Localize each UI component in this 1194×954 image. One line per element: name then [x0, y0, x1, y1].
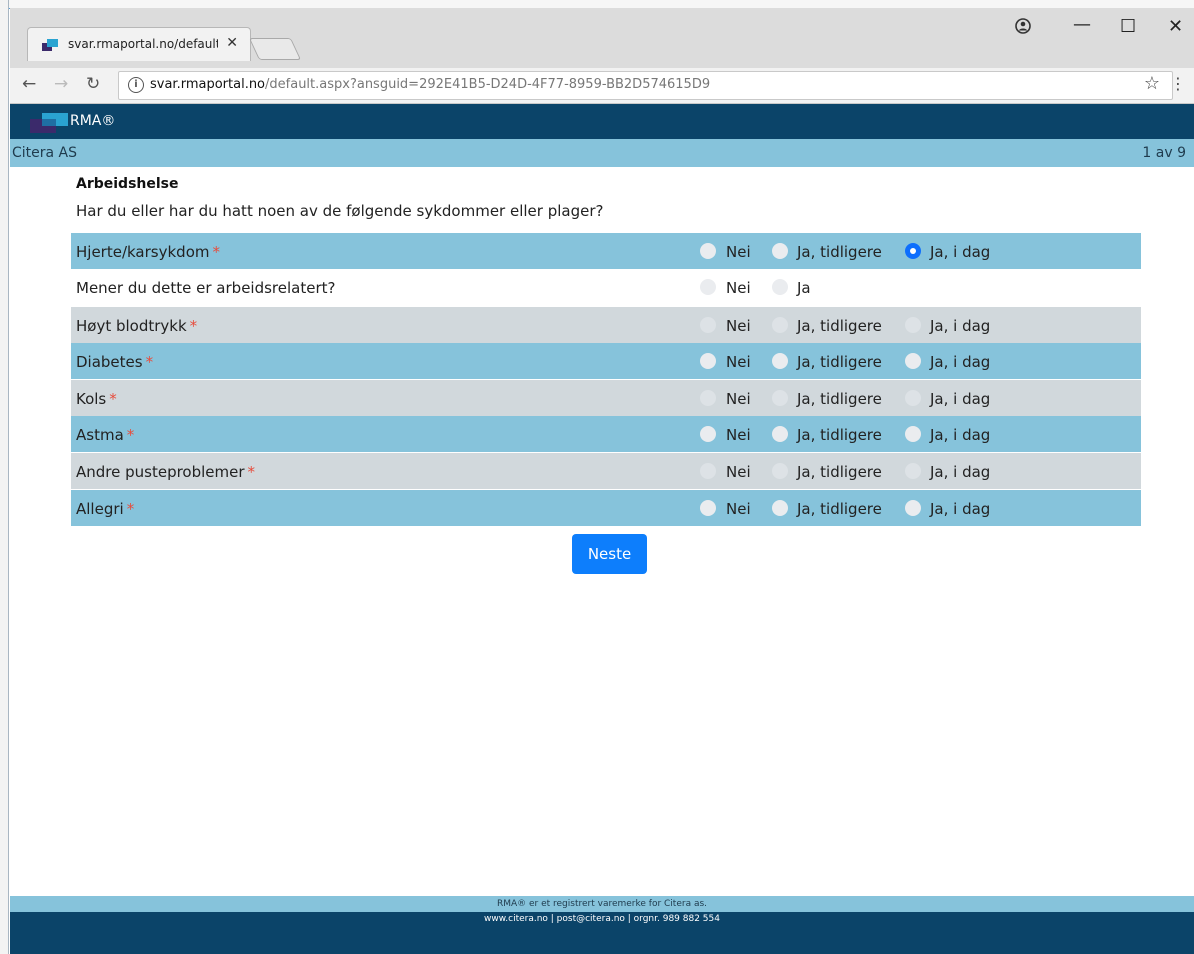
row-label: Astma * [76, 426, 135, 444]
page-counter: 1 av 9 [1142, 145, 1186, 161]
radio-ja-i-dag[interactable] [905, 463, 921, 479]
question-row: Allegri * Nei Ja, tidligere Ja, i dag [71, 490, 1141, 526]
option-label: Ja, i dag [930, 426, 991, 444]
company-name: Citera AS [12, 145, 78, 161]
radio-ja-tidligere[interactable] [772, 243, 788, 259]
required-marker: * [109, 390, 117, 408]
reload-icon[interactable]: ↻ [86, 74, 100, 94]
bookmark-star-icon[interactable]: ☆ [1144, 73, 1160, 94]
radio-nei[interactable] [700, 390, 716, 406]
menu-dots-icon[interactable]: ⋮ [1170, 74, 1186, 93]
required-marker: * [189, 317, 198, 335]
rma-logo-icon [30, 113, 68, 133]
radio-nei[interactable] [700, 500, 716, 516]
url-text: svar.rmaportal.no/default.aspx?ansguid=2… [150, 77, 711, 92]
row-label: Andre pusteproblemer * [76, 463, 256, 481]
back-icon[interactable]: ← [22, 74, 36, 94]
option-label: Ja, tidligere [797, 353, 882, 371]
radio-nei[interactable] [700, 463, 716, 479]
question-row: Kols * Nei Ja, tidligere Ja, i dag [71, 380, 1141, 416]
browser-toolbar: ← → ↻ i svar.rmaportal.no/default.aspx?a… [10, 68, 1194, 104]
row-label: Allegri * [76, 500, 135, 518]
option-label: Ja, tidligere [797, 426, 882, 444]
option-label: Nei [726, 500, 751, 518]
browser-tab[interactable]: svar.rmaportal.no/default ✕ [27, 27, 251, 61]
option-label: Nei [726, 317, 751, 335]
required-marker: * [145, 353, 154, 371]
profile-icon[interactable] [1015, 18, 1031, 39]
row-label: Diabetes * [76, 353, 154, 371]
option-label: Nei [726, 279, 751, 297]
required-marker: * [126, 500, 135, 518]
window-left-border [0, 0, 9, 954]
question-row: Høyt blodtrykk * Nei Ja, tidligere Ja, i … [71, 307, 1141, 343]
radio-ja-tidligere[interactable] [772, 426, 788, 442]
radio-ja-tidligere[interactable] [772, 463, 788, 479]
option-label: Ja, tidligere [797, 317, 882, 335]
option-label: Ja, i dag [930, 500, 991, 518]
forward-icon[interactable]: → [54, 74, 68, 94]
address-bar[interactable]: i svar.rmaportal.no/default.aspx?ansguid… [118, 71, 1173, 100]
radio-ja-i-dag[interactable] [905, 426, 921, 442]
row-label: Hjerte/karsykdom * [76, 243, 220, 261]
radio-ja-i-dag[interactable] [905, 390, 921, 406]
option-label: Ja, tidligere [797, 500, 882, 518]
question-row: Mener du dette er arbeidsrelatert? Nei J… [71, 269, 1141, 305]
row-label: Høyt blodtrykk * [76, 317, 198, 335]
option-label: Ja, i dag [930, 390, 991, 408]
radio-nei[interactable] [700, 426, 716, 442]
question-row: Hjerte/karsykdom * Nei Ja, tidligere Ja, … [71, 233, 1141, 269]
company-bar: Citera AS 1 av 9 [10, 139, 1194, 167]
question-row: Diabetes * Nei Ja, tidligere Ja, i dag [71, 343, 1141, 379]
radio-ja-tidligere[interactable] [772, 353, 788, 369]
option-label: Nei [726, 463, 751, 481]
option-label: Nei [726, 390, 751, 408]
required-marker: * [247, 463, 256, 481]
radio-ja-tidligere[interactable] [772, 500, 788, 516]
info-icon[interactable]: i [128, 77, 144, 93]
row-label: Kols * [76, 390, 117, 408]
radio-nei[interactable] [700, 353, 716, 369]
question-row: Astma * Nei Ja, tidligere Ja, i dag [71, 416, 1141, 452]
option-label: Ja, tidligere [797, 463, 882, 481]
option-label: Ja, i dag [930, 243, 991, 261]
radio-ja-tidligere[interactable] [772, 390, 788, 406]
new-tab-button[interactable] [248, 38, 302, 60]
option-label: Ja, tidligere [797, 390, 882, 408]
row-label: Mener du dette er arbeidsrelatert? [76, 279, 336, 297]
radio-ja-i-dag[interactable] [905, 317, 921, 333]
app-header: RMA® [10, 104, 1194, 139]
radio-ja-i-dag[interactable] [905, 500, 921, 516]
option-label: Nei [726, 426, 751, 444]
option-label: Ja, i dag [930, 317, 991, 335]
maximize-icon[interactable]: ☐ [1120, 16, 1136, 37]
radio-ja-i-dag[interactable] [905, 243, 921, 259]
option-label: Nei [726, 243, 751, 261]
next-button[interactable]: Neste [572, 534, 647, 574]
radio-ja-i-dag[interactable] [905, 353, 921, 369]
option-label: Ja, tidligere [797, 243, 882, 261]
radio-nei[interactable] [700, 279, 716, 295]
footer-trademark: RMA® er et registrert varemerke for Cite… [10, 896, 1194, 912]
minimize-icon[interactable]: — [1073, 14, 1091, 35]
required-marker: * [126, 426, 135, 444]
radio-nei[interactable] [700, 243, 716, 259]
option-label: Ja, i dag [930, 463, 991, 481]
option-label: Nei [726, 353, 751, 371]
footer-contact: www.citera.no | post@citera.no | orgnr. … [10, 912, 1194, 954]
radio-ja[interactable] [772, 279, 788, 295]
radio-ja-tidligere[interactable] [772, 317, 788, 333]
tab-title: svar.rmaportal.no/default [68, 37, 218, 51]
tab-close-icon[interactable]: ✕ [226, 35, 238, 51]
brand-name: RMA® [70, 113, 116, 129]
section-title: Arbeidshelse [76, 176, 179, 192]
radio-nei[interactable] [700, 317, 716, 333]
question-text: Har du eller har du hatt noen av de følg… [76, 202, 604, 220]
option-label: Ja, i dag [930, 353, 991, 371]
required-marker: * [212, 243, 220, 261]
close-window-icon[interactable]: ✕ [1168, 16, 1183, 37]
option-label: Ja [797, 279, 811, 297]
rma-favicon-icon [42, 39, 58, 51]
question-row: Andre pusteproblemer * Nei Ja, tidligere … [71, 453, 1141, 489]
